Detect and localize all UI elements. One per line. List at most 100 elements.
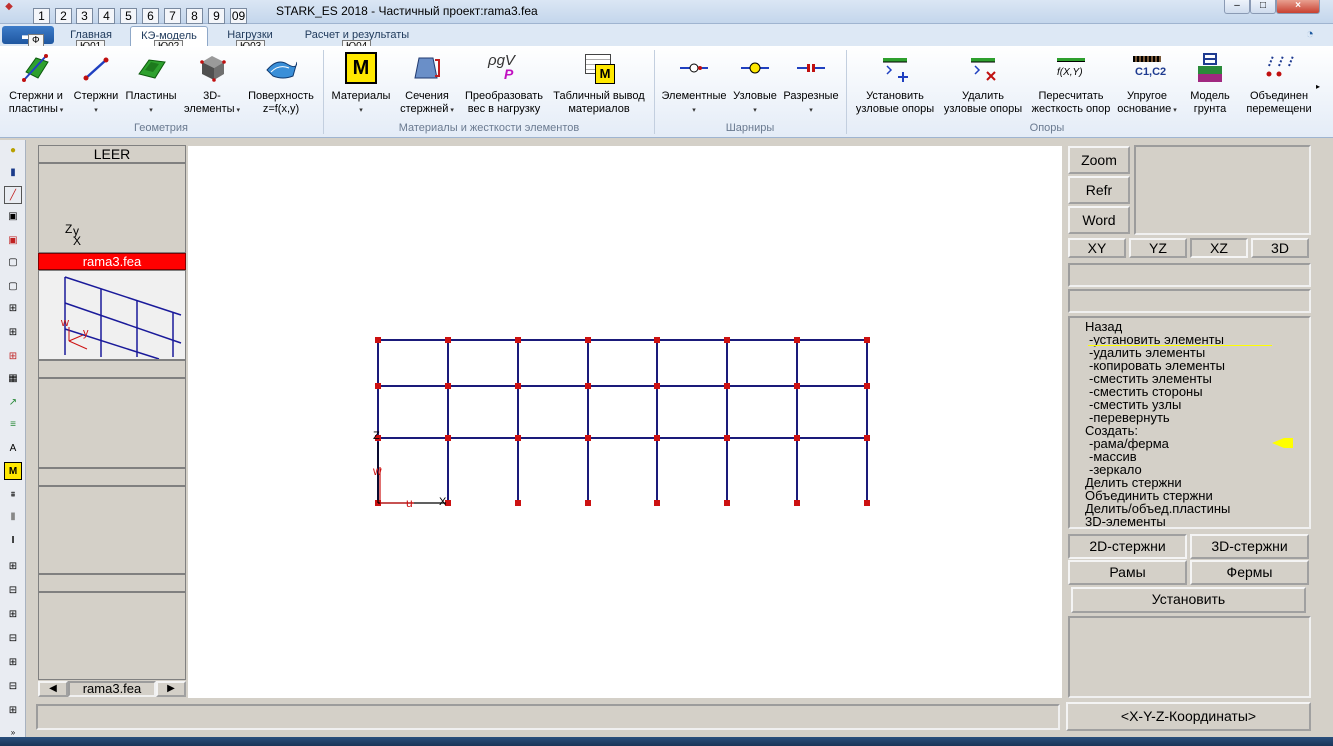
view-yz-button[interactable]: YZ: [1129, 238, 1187, 258]
apply-button[interactable]: Установить: [1071, 587, 1306, 613]
add-icon[interactable]: ⊞: [4, 702, 22, 720]
add-icon[interactable]: ⊞: [4, 654, 22, 672]
quick-access-button[interactable]: 09: [230, 8, 247, 24]
node[interactable]: [794, 435, 800, 441]
quick-access-button[interactable]: 2: [55, 8, 72, 24]
node[interactable]: [654, 383, 660, 389]
coordinates-button[interactable]: <X-Y-Z-Координаты>: [1066, 702, 1311, 731]
materials-button[interactable]: M Материалы ▾: [328, 52, 394, 122]
node[interactable]: [794, 383, 800, 389]
refresh-button[interactable]: Refr: [1068, 176, 1130, 204]
node[interactable]: [864, 435, 870, 441]
view-xy-button[interactable]: XY: [1068, 238, 1126, 258]
node[interactable]: [864, 337, 870, 343]
cube-red-icon[interactable]: ▣: [4, 232, 22, 250]
node[interactable]: [724, 500, 730, 506]
node[interactable]: [654, 435, 660, 441]
grid-icon[interactable]: ⊞: [4, 300, 22, 318]
zoom-button[interactable]: Zoom: [1068, 146, 1130, 174]
node-cube-icon[interactable]: ▢: [4, 254, 22, 272]
table-materials-button[interactable]: M Табличный вывод материалов: [550, 52, 648, 122]
remove-icon[interactable]: ⊟: [4, 678, 22, 696]
node[interactable]: [654, 337, 660, 343]
grid-icon[interactable]: ⊞: [4, 348, 22, 366]
grid-icon[interactable]: ▦: [4, 370, 22, 388]
node-hinges-button[interactable]: Узловые ▾: [730, 52, 780, 122]
tool-icon[interactable]: ╱: [4, 186, 22, 204]
node[interactable]: [654, 500, 660, 506]
prev-file-button[interactable]: ◀: [38, 681, 68, 697]
node[interactable]: [515, 383, 521, 389]
rods-2d-button[interactable]: 2D-стержни: [1068, 534, 1187, 559]
node[interactable]: [585, 500, 591, 506]
plates-button[interactable]: Пластины ▾: [124, 52, 178, 122]
rod-sections-button[interactable]: Сечения стержней ▾: [396, 52, 458, 122]
node[interactable]: [375, 383, 381, 389]
node[interactable]: [515, 500, 521, 506]
node[interactable]: [585, 383, 591, 389]
quick-access-button[interactable]: 8: [186, 8, 203, 24]
set-node-supports-button[interactable]: Установить узловые опоры: [850, 52, 940, 122]
node[interactable]: [585, 337, 591, 343]
quick-access-button[interactable]: 7: [164, 8, 181, 24]
bulb-icon[interactable]: ●: [4, 142, 22, 160]
node[interactable]: [445, 383, 451, 389]
axis-icon[interactable]: ↗: [4, 394, 22, 412]
node[interactable]: [724, 337, 730, 343]
view-3d-button[interactable]: 3D: [1251, 238, 1309, 258]
support-icon[interactable]: ≡: [4, 416, 22, 434]
element-hinges-button[interactable]: Элементные ▾: [658, 52, 730, 122]
elastic-base-button[interactable]: C1,C2 Упругое основание ▾: [1116, 52, 1178, 122]
node[interactable]: [515, 337, 521, 343]
help-icon[interactable]: ◔: [1306, 26, 1328, 44]
delete-node-supports-button[interactable]: Удалить узловые опоры: [940, 52, 1026, 122]
node[interactable]: [864, 500, 870, 506]
ribbon-scroll-right-icon[interactable]: ▸: [1316, 82, 1320, 91]
materials-icon[interactable]: M: [4, 462, 22, 480]
node[interactable]: [515, 435, 521, 441]
rods-3d-button[interactable]: 3D-стержни: [1190, 534, 1309, 559]
node[interactable]: [445, 435, 451, 441]
support-icon[interactable]: ⩩: [4, 486, 22, 504]
node-cube-icon[interactable]: ▢: [4, 278, 22, 296]
word-button[interactable]: Word: [1068, 206, 1130, 234]
quick-access-button[interactable]: 3: [76, 8, 93, 24]
close-button[interactable]: ×: [1276, 0, 1320, 14]
rods-and-plates-button[interactable]: Стержни и пластины ▾: [4, 52, 68, 122]
add-icon[interactable]: ⊞: [4, 558, 22, 576]
i-beam-icon[interactable]: I: [4, 532, 22, 550]
text-icon[interactable]: A: [4, 440, 22, 458]
cube-icon[interactable]: ▣: [4, 208, 22, 226]
soil-model-button[interactable]: Модель грунта: [1180, 52, 1240, 122]
node[interactable]: [445, 337, 451, 343]
node[interactable]: [724, 435, 730, 441]
active-file-label[interactable]: rama3.fea: [38, 253, 186, 270]
minimize-button[interactable]: –: [1224, 0, 1250, 14]
solid-elements-button[interactable]: 3D- элементы ▾: [182, 52, 242, 122]
menu-item-3d-elements[interactable]: 3D-элементы: [1085, 515, 1166, 528]
node[interactable]: [585, 435, 591, 441]
node[interactable]: [794, 500, 800, 506]
quick-access-button[interactable]: 6: [142, 8, 159, 24]
quick-access-button[interactable]: 9: [208, 8, 225, 24]
maximize-button[interactable]: □: [1250, 0, 1276, 14]
quick-access-button[interactable]: 5: [120, 8, 137, 24]
node[interactable]: [724, 383, 730, 389]
model-thumbnail[interactable]: w y: [38, 270, 186, 360]
quick-access-button[interactable]: 1: [33, 8, 50, 24]
next-file-button[interactable]: ▶: [156, 681, 186, 697]
node[interactable]: [864, 383, 870, 389]
database-icon[interactable]: ▮: [4, 164, 22, 182]
split-hinges-button[interactable]: Разрезные ▾: [780, 52, 842, 122]
section-icon[interactable]: ▮: [4, 508, 22, 526]
recalc-support-stiffness-button[interactable]: f(X,Y) Пересчитать жесткость опор: [1026, 52, 1116, 122]
add-icon[interactable]: ⊞: [4, 606, 22, 624]
merge-displacements-button[interactable]: Объединен перемещени: [1244, 52, 1314, 122]
surface-button[interactable]: Поверхность z=f(x,y): [244, 52, 318, 122]
remove-icon[interactable]: ⊟: [4, 630, 22, 648]
view-xz-button[interactable]: XZ: [1190, 238, 1248, 258]
grid-icon[interactable]: ⊞: [4, 324, 22, 342]
frames-button[interactable]: Рамы: [1068, 560, 1187, 585]
rods-button[interactable]: Стержни ▾: [70, 52, 122, 122]
remove-icon[interactable]: ⊟: [4, 582, 22, 600]
